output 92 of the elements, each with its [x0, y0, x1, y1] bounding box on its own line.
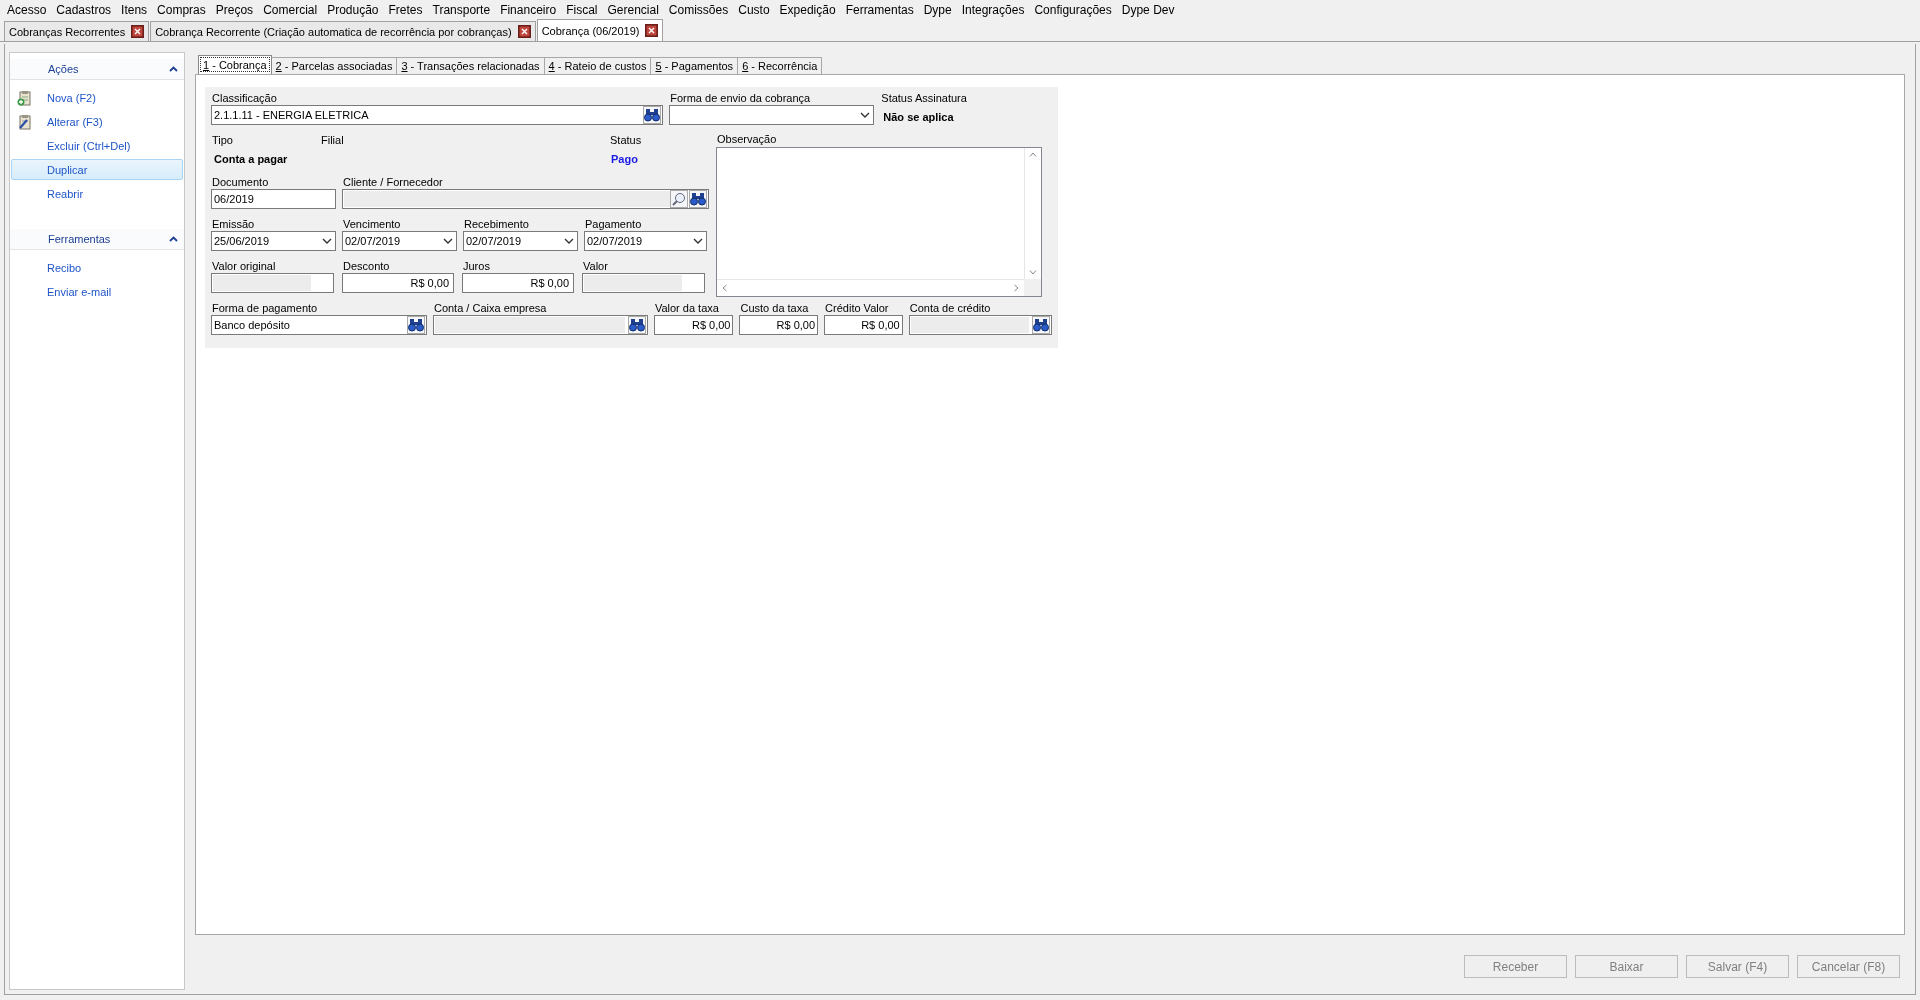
collapse-icon[interactable]: [169, 236, 178, 242]
menu-item[interactable]: Acesso: [6, 3, 53, 17]
input-field[interactable]: R$ 0,00: [342, 273, 454, 293]
observation-field[interactable]: [716, 147, 1042, 297]
field-label: Cliente / Fornecedor: [342, 175, 444, 189]
scroll-left-icon[interactable]: [722, 284, 727, 292]
menu-item[interactable]: Cadastros: [55, 3, 118, 17]
collapse-icon[interactable]: [169, 66, 178, 72]
clipboard-add-icon: [17, 89, 32, 106]
input-field[interactable]: 06/2019: [211, 189, 336, 209]
field-label: Status: [609, 133, 643, 147]
binoculars-icon[interactable]: [407, 318, 424, 332]
input-field[interactable]: R$ 0,00: [824, 315, 903, 335]
menu-item[interactable]: Compras: [156, 3, 212, 17]
menu-item[interactable]: Comissões: [667, 3, 735, 17]
input-field[interactable]: R$ 0,00: [739, 315, 819, 335]
field-label: Tipo: [211, 133, 234, 147]
sidebar-item[interactable]: Excluir (Ctrl+Del): [11, 135, 183, 156]
field-label: Valor original: [211, 259, 277, 273]
menu-item[interactable]: Integrações: [960, 3, 1031, 17]
dropdown-field[interactable]: 02/07/2019: [584, 231, 707, 251]
form-tab[interactable]: 5 - Pagamentos: [650, 57, 739, 74]
form-tab[interactable]: 2 - Parcelas associadas: [270, 57, 398, 74]
dropdown-field[interactable]: 02/07/2019: [463, 231, 578, 251]
input-field[interactable]: Banco depósito: [211, 315, 427, 335]
clipboard-edit-icon: [17, 113, 32, 130]
field-label: Forma de envio da cobrança: [669, 91, 812, 105]
field-label: Pagamento: [584, 217, 643, 231]
field-label: Filial: [320, 133, 345, 147]
section-title: Ferramentas: [48, 233, 111, 245]
sidebar-item[interactable]: Nova (F2): [11, 87, 183, 108]
input-field[interactable]: R$ 0,00: [462, 273, 574, 293]
form-tab[interactable]: 6 - Recorrência: [737, 57, 823, 74]
sidebar-item[interactable]: Recibo: [11, 257, 183, 278]
field-label: Juros: [462, 259, 491, 273]
field-label: Crédito Valor: [824, 301, 890, 315]
input-field[interactable]: R$ 0,00: [653, 315, 734, 335]
field-value: Não se aplica: [882, 110, 955, 125]
field-label: Classificação: [211, 91, 278, 105]
sidebar-item[interactable]: Alterar (F3): [11, 111, 183, 132]
field-label: Desconto: [342, 259, 391, 273]
field-label: Documento: [211, 175, 270, 189]
menu-item[interactable]: Financeiro: [499, 3, 563, 17]
sidebar-item[interactable]: Duplicar: [11, 159, 183, 180]
field-label: Custo da taxa: [739, 301, 810, 315]
form-tab[interactable]: 3 - Transações relacionadas: [396, 57, 545, 74]
sidebar-item[interactable]: Enviar e-mail: [11, 281, 183, 302]
field-label: Observação: [716, 132, 778, 146]
field-label: Recebimento: [463, 217, 530, 231]
field-label: Valor: [582, 259, 609, 273]
menu-item[interactable]: Fretes: [387, 3, 429, 17]
section-title: Ações: [48, 63, 79, 75]
menu-item[interactable]: Configurações: [1033, 3, 1118, 17]
status-value: Pago: [610, 152, 639, 167]
scrollbar-corner: [1024, 279, 1041, 296]
scroll-up-icon[interactable]: [1029, 152, 1037, 157]
document-tab[interactable]: Cobrança (06/2019): [536, 19, 664, 41]
field-label: Conta / Caixa empresa: [432, 301, 548, 315]
dropdown-field[interactable]: [669, 105, 875, 125]
menu-item[interactable]: Itens: [120, 3, 154, 17]
close-icon[interactable]: [517, 25, 531, 38]
menu-item[interactable]: Dype Dev: [1120, 3, 1181, 17]
field-label: Status Assinatura: [880, 91, 968, 105]
sidebar-item[interactable]: Reabrir: [11, 183, 183, 204]
menu-item[interactable]: Ferramentas: [844, 3, 920, 17]
menu-item[interactable]: Produção: [326, 3, 385, 17]
dropdown-field[interactable]: 25/06/2019: [211, 231, 336, 251]
dropdown-field[interactable]: 02/07/2019: [342, 231, 457, 251]
scroll-right-icon[interactable]: [1014, 284, 1019, 292]
field-label: Vencimento: [342, 217, 402, 231]
field-label: Valor da taxa: [653, 301, 720, 315]
document-tab[interactable]: Cobrança Recorrente (Criação automatica de recorrência por cobranças): [150, 21, 536, 41]
menu-item[interactable]: Fiscal: [565, 3, 604, 17]
field-label: Forma de pagamento: [211, 301, 319, 315]
close-icon[interactable]: [131, 25, 145, 38]
form-tab[interactable]: 1 - Cobrança: [198, 55, 272, 74]
form-tab[interactable]: 4 - Rateio de custos: [543, 57, 652, 74]
menu-item[interactable]: Custo: [737, 3, 776, 17]
menu-item[interactable]: Dype: [922, 3, 958, 17]
menu-item[interactable]: Preços: [214, 3, 260, 17]
binoculars-icon[interactable]: [644, 108, 661, 122]
field-value: Conta a pagar: [213, 152, 289, 167]
menu-item[interactable]: Transporte: [431, 3, 497, 17]
field-label: Conta de crédito: [908, 301, 992, 315]
scroll-down-icon[interactable]: [1029, 270, 1037, 275]
menu-item[interactable]: Expedição: [778, 3, 842, 17]
field-label: Emissão: [211, 217, 256, 231]
close-icon[interactable]: [645, 24, 659, 37]
document-tab[interactable]: Cobranças Recorrentes: [4, 21, 150, 41]
menu-item[interactable]: Comercial: [262, 3, 324, 17]
menu-item[interactable]: Gerencial: [606, 3, 665, 17]
input-field[interactable]: 2.1.1.11 - ENERGIA ELETRICA: [211, 105, 664, 125]
